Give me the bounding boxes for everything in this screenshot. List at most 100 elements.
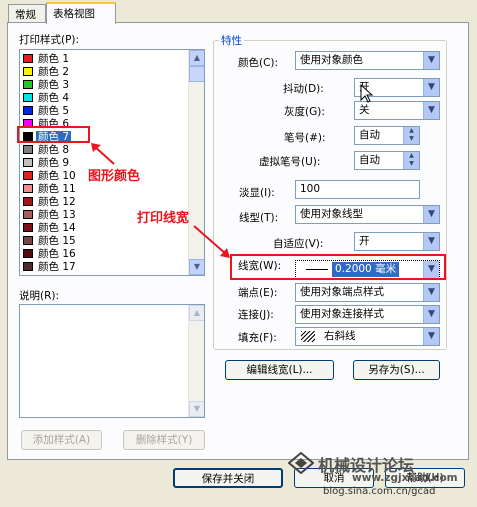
print-style-item[interactable]: 颜色 9 xyxy=(23,157,71,170)
pen-label: 笔号(#): xyxy=(284,132,326,144)
dither-label: 抖动(D): xyxy=(283,83,324,95)
chevron-down-icon[interactable]: ▼ xyxy=(423,52,439,69)
linetype-select[interactable]: 使用对象线型 ▼ xyxy=(295,205,440,224)
watermark-site-url: www.zgjxcad.com xyxy=(352,472,458,484)
spinner-icon[interactable]: ▲ ▼ xyxy=(403,127,419,144)
print-style-item[interactable]: 颜色 3 xyxy=(23,79,71,92)
chevron-down-icon[interactable]: ▼ xyxy=(423,233,439,250)
color-label: 颜色(C): xyxy=(238,57,279,69)
print-style-item[interactable]: 颜色 14 xyxy=(23,222,78,235)
print-style-label: 颜色 11 xyxy=(38,183,76,195)
annotation-graphic-color: 图形颜色 xyxy=(88,169,141,184)
print-style-label: 颜色 3 xyxy=(38,79,70,91)
print-style-item[interactable]: 颜色 10 xyxy=(23,170,78,183)
line-join-select[interactable]: 使用对象连接样式 ▼ xyxy=(295,305,440,324)
selected-color-highlight xyxy=(17,126,90,143)
diagonal-hatch-icon xyxy=(301,331,315,342)
adaptive-label: 自适应(V): xyxy=(273,238,324,250)
chevron-down-icon[interactable]: ▼ xyxy=(423,206,439,223)
screening-input[interactable]: 100 xyxy=(295,180,420,199)
desc-scroll-up-button[interactable]: ▲ xyxy=(189,305,204,321)
virtual-pen-spinner-value: 自动 xyxy=(359,154,380,166)
delete-style-button[interactable]: 删除样式(Y) xyxy=(123,430,205,450)
fill-select[interactable]: 右斜线 ▼ xyxy=(295,327,440,346)
print-style-item[interactable]: 颜色 5 xyxy=(23,105,71,118)
fill-select-value: 右斜线 xyxy=(324,330,356,342)
print-style-label: 颜色 2 xyxy=(38,66,70,78)
print-style-item[interactable]: 颜色 13 xyxy=(23,209,78,222)
spinner-icon[interactable]: ▲ ▼ xyxy=(403,152,419,169)
lineweight-highlight xyxy=(230,254,446,280)
linetype-label: 线型(T): xyxy=(239,212,279,224)
print-style-label: 颜色 15 xyxy=(38,235,76,247)
print-style-item[interactable]: 颜色 2 xyxy=(23,66,71,79)
color-swatch xyxy=(23,67,33,76)
color-swatch xyxy=(23,171,33,180)
save-close-button[interactable]: 保存并关闭 xyxy=(173,468,283,488)
print-style-label: 颜色 8 xyxy=(38,144,70,156)
print-style-label: 颜色 9 xyxy=(38,157,70,169)
print-style-item[interactable]: 颜色 4 xyxy=(23,92,71,105)
line-join-select-value: 使用对象连接样式 xyxy=(300,308,384,320)
grayscale-select-value: 关 xyxy=(359,104,370,116)
color-swatch xyxy=(23,236,33,245)
edit-lineweights-button[interactable]: 编辑线宽(L)... xyxy=(225,360,334,380)
scroll-up-button[interactable]: ▲ xyxy=(189,50,204,66)
chevron-down-icon[interactable]: ▼ xyxy=(423,284,439,301)
adaptive-select[interactable]: 开 ▼ xyxy=(354,232,440,251)
print-styles-label: 打印样式(P): xyxy=(19,34,80,46)
add-style-button[interactable]: 添加样式(A) xyxy=(21,430,102,450)
tab-form-view[interactable]: 表格视图 xyxy=(46,2,116,24)
chevron-down-icon[interactable]: ▼ xyxy=(423,102,439,119)
print-style-item[interactable]: 颜色 1 xyxy=(23,53,71,66)
watermark-blog: blog.sina.com.cn/gcad xyxy=(323,486,436,497)
print-style-label: 颜色 17 xyxy=(38,261,76,273)
line-end-label: 端点(E): xyxy=(238,287,278,299)
line-end-select-value: 使用对象端点样式 xyxy=(300,286,384,298)
color-swatch xyxy=(23,184,33,193)
site-logo-icon xyxy=(288,452,314,474)
save-as-button[interactable]: 另存为(S)... xyxy=(353,360,440,380)
linetype-select-value: 使用对象线型 xyxy=(300,208,363,220)
print-style-label: 颜色 16 xyxy=(38,248,76,260)
virtual-pen-spinner[interactable]: 自动 ▲ ▼ xyxy=(354,151,420,170)
arrow-print-lineweight xyxy=(193,225,230,258)
color-swatch xyxy=(23,93,33,102)
chevron-down-icon[interactable]: ▼ xyxy=(423,328,439,345)
scroll-thumb[interactable] xyxy=(189,66,204,82)
properties-title: 特性 xyxy=(219,33,244,48)
annotation-print-lineweight: 打印线宽 xyxy=(137,211,190,226)
print-style-item[interactable]: 颜色 11 xyxy=(23,183,78,196)
line-end-select[interactable]: 使用对象端点样式 ▼ xyxy=(295,283,440,302)
print-style-item[interactable]: 颜色 8 xyxy=(23,144,71,157)
color-swatch xyxy=(23,106,33,115)
description-textarea[interactable]: ▲ ▼ xyxy=(19,304,205,418)
tab-general[interactable]: 常规 xyxy=(8,4,46,23)
print-style-item[interactable]: 颜色 12 xyxy=(23,196,78,209)
print-style-label: 颜色 14 xyxy=(38,222,76,234)
color-swatch xyxy=(23,197,33,206)
print-style-item[interactable]: 颜色 16 xyxy=(23,248,78,261)
color-swatch xyxy=(23,210,33,219)
adaptive-select-value: 开 xyxy=(359,235,370,247)
print-style-item[interactable]: 颜色 17 xyxy=(23,261,78,274)
line-join-label: 连接(J): xyxy=(238,309,274,321)
desc-scroll-down-button[interactable]: ▼ xyxy=(189,401,204,417)
print-style-item[interactable]: 颜色 15 xyxy=(23,235,78,248)
description-scrollbar[interactable]: ▲ ▼ xyxy=(188,305,204,417)
description-label: 说明(R): xyxy=(19,290,60,302)
print-style-label: 颜色 12 xyxy=(38,196,76,208)
print-style-label: 颜色 5 xyxy=(38,105,70,117)
color-select-value: 使用对象颜色 xyxy=(300,54,363,66)
color-select[interactable]: 使用对象颜色 ▼ xyxy=(295,51,440,70)
virtual-pen-label: 虚拟笔号(U): xyxy=(259,156,321,168)
color-swatch xyxy=(23,80,33,89)
pen-spinner[interactable]: 自动 ▲ ▼ xyxy=(354,126,420,145)
color-swatch xyxy=(23,54,33,63)
pen-spinner-value: 自动 xyxy=(359,129,380,141)
chevron-down-icon[interactable]: ▼ xyxy=(423,79,439,96)
chevron-down-icon[interactable]: ▼ xyxy=(423,306,439,323)
color-swatch xyxy=(23,145,33,154)
color-swatch xyxy=(23,223,33,232)
color-swatch xyxy=(23,249,33,258)
